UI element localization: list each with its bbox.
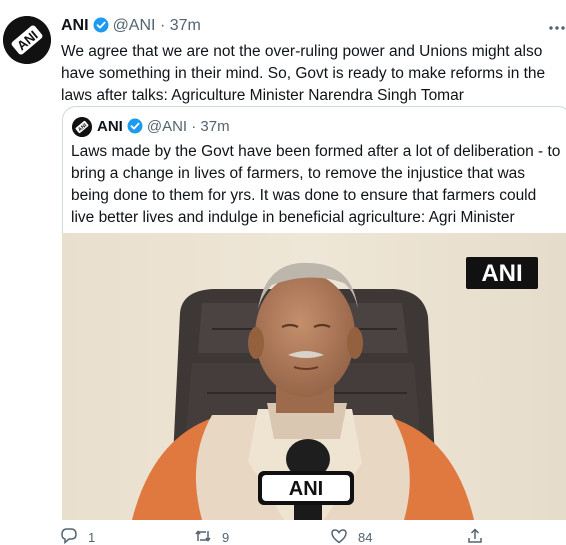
display-name[interactable]: ANI xyxy=(61,17,89,34)
quoted-display-name: ANI xyxy=(97,118,123,135)
quoted-separator: · xyxy=(191,118,197,135)
quoted-tweet-header: ANI @ANI · 37m xyxy=(97,117,230,140)
tweet-action-bar: 1 9 84 xyxy=(60,525,566,545)
share-icon xyxy=(468,528,482,543)
retweet-button[interactable]: 9 xyxy=(194,527,229,545)
verified-badge-icon xyxy=(93,17,109,39)
mic-ani-label: ANI xyxy=(289,478,323,500)
verified-badge-icon xyxy=(127,118,143,140)
timestamp[interactable]: 37m xyxy=(170,17,201,34)
share-button[interactable] xyxy=(466,527,494,545)
minister-photo: ANI ANI xyxy=(62,233,566,520)
reply-count: 1 xyxy=(88,530,96,545)
quoted-timestamp: 37m xyxy=(200,118,230,135)
handle[interactable]: @ANI xyxy=(113,17,156,34)
quoted-ani-avatar: ANI xyxy=(72,117,92,137)
ani-logo-icon: ANI xyxy=(3,16,51,64)
reply-button[interactable]: 1 xyxy=(60,527,95,545)
retweet-icon xyxy=(195,530,211,542)
quoted-tweet-image[interactable]: ANI ANI xyxy=(62,233,566,520)
tweet-text: We agree that we are not the over-ruling… xyxy=(61,43,546,104)
quoted-handle: @ANI xyxy=(146,118,188,135)
quoted-tweet-text: Laws made by the Govt have been formed a… xyxy=(71,143,561,226)
ani-watermark: ANI xyxy=(481,260,522,287)
retweet-count: 9 xyxy=(222,530,230,545)
like-count: 84 xyxy=(358,530,373,545)
ani-avatar[interactable]: ANI xyxy=(3,16,51,64)
more-options-icon[interactable] xyxy=(548,20,566,30)
tweet-header: ANI @ANI · 37m xyxy=(61,16,201,39)
reply-icon xyxy=(61,528,77,545)
like-button[interactable]: 84 xyxy=(330,527,372,545)
separator: · xyxy=(159,17,166,34)
like-icon xyxy=(331,529,347,544)
ani-logo-icon: ANI xyxy=(72,117,92,137)
